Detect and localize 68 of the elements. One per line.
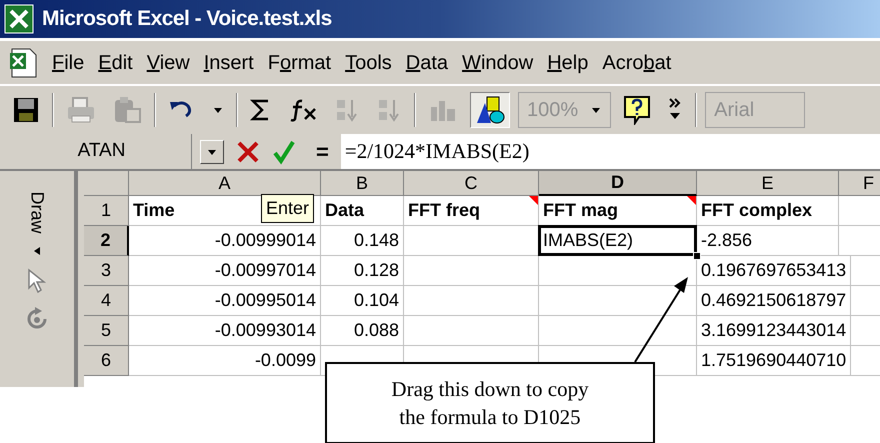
menu-item[interactable]: Insert [204,48,254,78]
select-all-corner[interactable] [84,171,129,196]
table-cell: 0.104 [321,286,404,316]
menu-item[interactable]: Data [406,48,448,78]
table-cell: -0.00995014 [129,286,321,316]
column-header[interactable]: E [697,171,839,196]
equals-button[interactable]: = [312,140,333,162]
checkmark-icon[interactable] [272,138,296,164]
callout-text: the formula to D1025 [399,404,581,431]
column-header[interactable]: A [129,171,321,196]
caret-down-icon [590,106,602,114]
name-box-dropdown[interactable] [200,140,224,164]
table-cell: FFT freq [404,196,539,226]
column-header[interactable]: F [839,171,880,196]
table-cell: 0.1967697653413 [697,256,852,286]
table-cell: 0.088 [321,316,404,346]
table-cell: 0.148 [321,226,404,256]
row-header[interactable]: 4 [84,286,129,316]
table-cell: 1.7519690440710 [697,346,852,376]
printer-icon [66,96,96,124]
row-header[interactable]: 1 [84,196,129,226]
table-cell: -2.856 [697,226,839,256]
row-header[interactable]: 3 [84,256,129,286]
save-icon [12,96,40,124]
menu-item[interactable]: Format [268,48,332,78]
shapes-icon [475,95,505,125]
menu-item[interactable]: Edit [98,48,133,78]
callout-text: Drag this down to copy [391,376,589,403]
caret-left-icon[interactable] [33,246,41,256]
menu-item[interactable]: File [52,48,84,78]
column-header[interactable]: D [539,171,697,196]
menu-item[interactable]: Window [462,48,534,78]
table-cell: 3.1699123443014 [697,316,852,346]
document-icon[interactable] [8,46,38,78]
clipboard-icon [112,96,142,124]
menu-item[interactable]: View [146,48,190,78]
menu-item[interactable]: Acrobat [602,48,672,78]
tooltip: Enter [261,194,314,223]
table-cell: 0.4692150618797 [697,286,852,316]
table-cell: 0.128 [321,256,404,286]
toolbar-title: Draw [26,192,48,234]
row-header[interactable]: 5 [84,316,129,346]
table-cell: IMABS(E2) [539,226,697,256]
cancel-icon[interactable] [236,140,260,164]
caret-down-icon [206,148,218,156]
table-cell: FFT mag [539,196,697,226]
row-header[interactable]: 6 [84,346,129,376]
column-header[interactable]: C [404,171,539,196]
function-icon [288,98,318,122]
window-title: Microsoft Excel - Voice.test.xls [42,6,332,32]
fill-handle[interactable] [693,252,701,260]
table-cell: -0.00993014 [129,316,321,346]
menu-item[interactable]: Tools [345,48,392,78]
menu-item[interactable]: Help [547,48,588,78]
column-header[interactable]: B [321,171,404,196]
table-cell: Data [321,196,404,226]
caret-down-icon [212,106,224,114]
help-balloon-icon [623,95,652,125]
formula-field[interactable]: =2/1024*IMABS(E2) [340,134,880,169]
table-cell: -0.00999014 [129,226,321,256]
shapes-button[interactable] [470,92,510,128]
table-cell: -0.00997014 [129,256,321,286]
name-box[interactable]: ATAN [12,134,192,169]
table-cell: -0.0099 [129,346,321,376]
row-header[interactable]: 2 [84,226,129,256]
table-cell: FFT complex [697,196,839,226]
spreadsheet-logo-icon [4,4,34,34]
pointer-icon[interactable] [26,268,48,294]
